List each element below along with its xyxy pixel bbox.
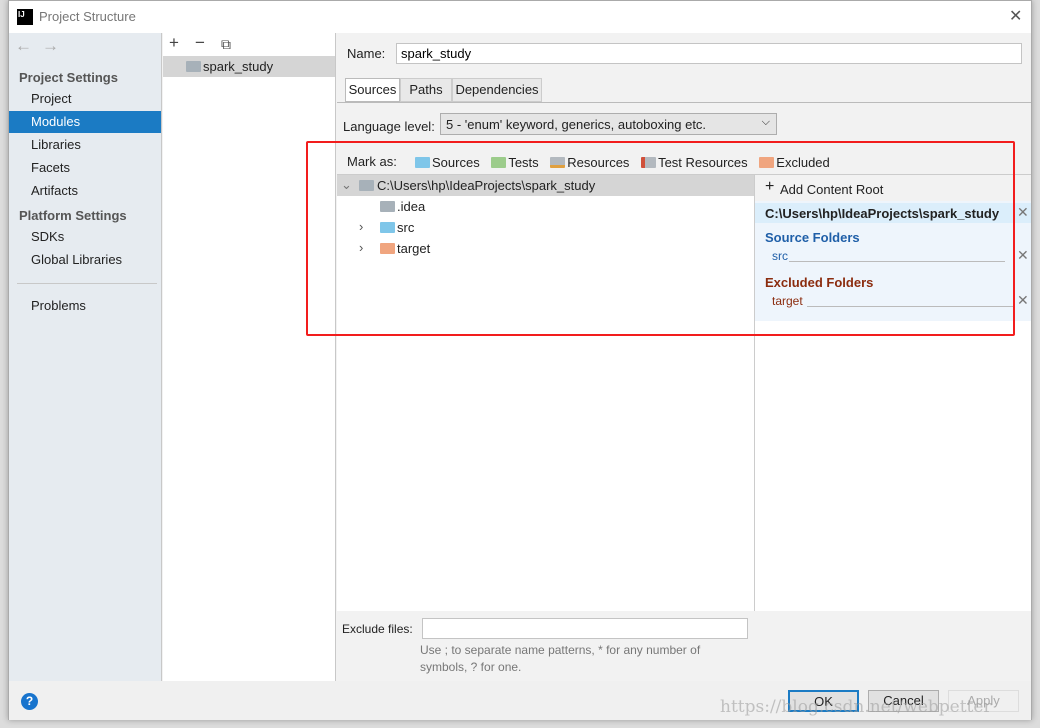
module-item[interactable]: spark_study <box>163 56 335 77</box>
remove-excluded-folder-icon[interactable]: ✕ <box>1017 292 1029 309</box>
highlight-annotation <box>306 141 1015 336</box>
project-structure-dialog: IJ Project Structure ✕ ← → Project Setti… <box>8 0 1032 720</box>
sidebar-item-problems[interactable]: Problems <box>9 295 161 317</box>
title-bar: IJ Project Structure ✕ <box>9 1 1031 33</box>
watermark: https://blog.csdn.net/webpetter <box>720 697 992 717</box>
remove-icon[interactable]: − <box>195 33 205 53</box>
add-icon[interactable]: + <box>169 33 179 53</box>
sidebar-item-modules[interactable]: Modules <box>9 111 161 133</box>
language-level-label: Language level: <box>343 119 435 134</box>
divider <box>337 102 1031 103</box>
language-level-select[interactable]: 5 - 'enum' keyword, generics, autoboxing… <box>440 113 777 135</box>
sidebar-item-artifacts[interactable]: Artifacts <box>9 180 161 202</box>
close-icon[interactable]: ✕ <box>1009 6 1022 26</box>
module-folder-icon <box>186 61 201 72</box>
remove-source-folder-icon[interactable]: ✕ <box>1017 247 1029 264</box>
window-title: Project Structure <box>39 9 136 24</box>
language-level-value: 5 - 'enum' keyword, generics, autoboxing… <box>446 117 707 132</box>
modules-panel: + − ⧉ spark_study <box>163 33 336 681</box>
tab-paths[interactable]: Paths <box>400 78 452 102</box>
exclude-files-label: Exclude files: <box>342 622 413 636</box>
divider <box>17 283 157 284</box>
exclude-hint-line1: Use ; to separate name patterns, * for a… <box>420 643 701 657</box>
name-input[interactable] <box>396 43 1022 64</box>
sidebar-item-project[interactable]: Project <box>9 88 161 110</box>
name-label: Name: <box>347 46 386 61</box>
help-icon[interactable]: ? <box>21 693 38 710</box>
sidebar-item-sdks[interactable]: SDKs <box>9 226 161 248</box>
chevron-down-icon: ⌵ <box>761 116 770 128</box>
platform-settings-heading: Platform Settings <box>19 208 127 223</box>
module-name: spark_study <box>203 59 274 74</box>
sidebar-item-global-libraries[interactable]: Global Libraries <box>9 249 161 271</box>
tab-sources[interactable]: Sources <box>345 78 400 102</box>
copy-icon[interactable]: ⧉ <box>221 36 231 53</box>
sidebar: ← → Project Settings Project Modules Lib… <box>9 33 162 681</box>
project-settings-heading: Project Settings <box>19 70 118 85</box>
sidebar-item-facets[interactable]: Facets <box>9 157 161 179</box>
exclude-hint-line2: symbols, ? for one. <box>420 660 522 674</box>
exclude-files-input[interactable] <box>422 618 748 639</box>
intellij-logo-icon: IJ <box>17 9 33 25</box>
sidebar-item-libraries[interactable]: Libraries <box>9 134 161 156</box>
remove-root-icon[interactable]: ✕ <box>1017 204 1029 221</box>
back-arrow-icon[interactable]: ← <box>15 36 32 56</box>
tab-dependencies[interactable]: Dependencies <box>452 78 542 102</box>
forward-arrow-icon[interactable]: → <box>42 36 59 56</box>
